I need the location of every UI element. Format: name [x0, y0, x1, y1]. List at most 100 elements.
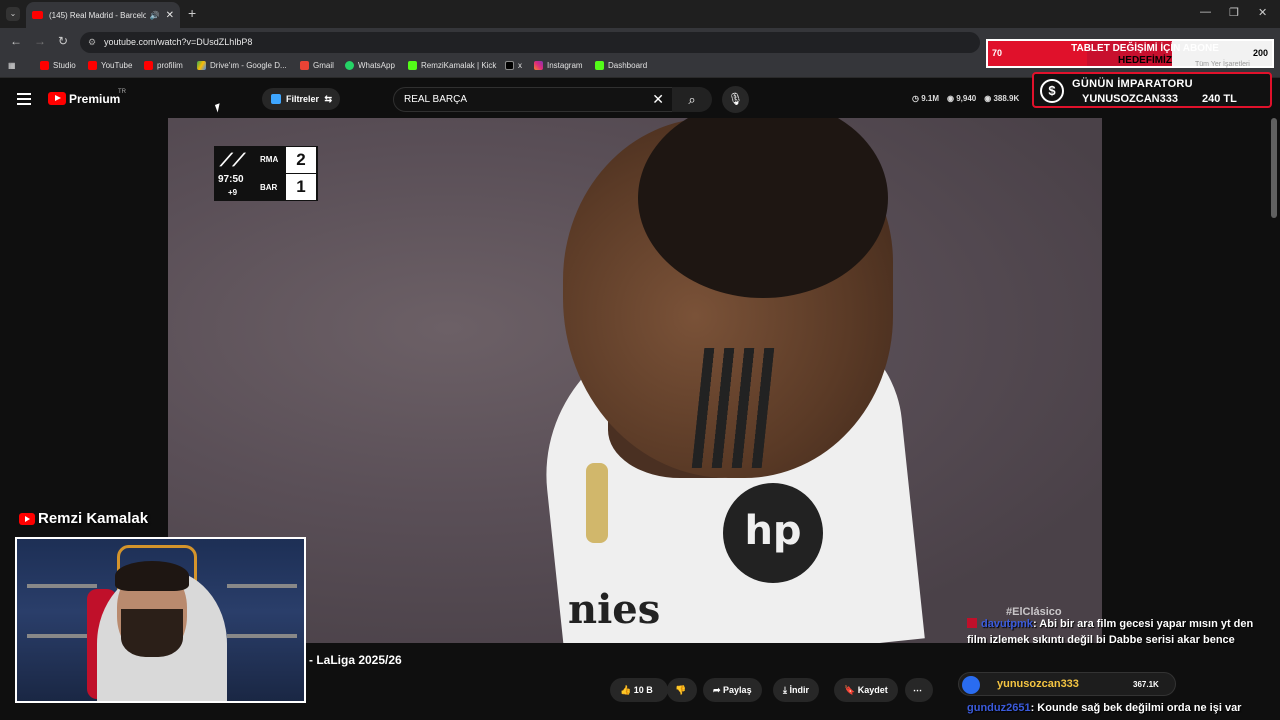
- dislike-button[interactable]: 👎: [667, 678, 697, 702]
- studio-icon: [40, 61, 49, 70]
- bookmark-label: Drive'ım - Google D...: [210, 61, 287, 70]
- scoreboard: ⟋⟋ 97:50 +9 RMA BAR 2 1: [214, 146, 318, 201]
- save-button[interactable]: 🔖 Kaydet: [834, 678, 898, 702]
- hp-logo: hp: [723, 483, 823, 583]
- added-time: +9: [228, 188, 238, 197]
- menu-icon[interactable]: [17, 93, 31, 105]
- bookmark-profilim[interactable]: profilim: [144, 61, 183, 70]
- apps-icon[interactable]: ▦: [8, 61, 16, 70]
- like-button[interactable]: 👍 10 B: [610, 678, 668, 702]
- youtube-icon: [88, 61, 97, 70]
- browser-tab[interactable]: (145) Real Madrid - Barcelo 🔊 ✕: [26, 2, 180, 28]
- bookmark-label: WhatsApp: [358, 61, 395, 70]
- share-label: Paylaş: [723, 685, 752, 695]
- x-icon: [505, 61, 514, 70]
- shelf: [227, 634, 297, 638]
- dollar-coin-icon: $: [1040, 79, 1064, 103]
- site-info-icon[interactable]: ⚙: [88, 32, 96, 53]
- tab-search-button[interactable]: ⌄: [6, 7, 20, 21]
- bookmark-label: Gmail: [313, 61, 334, 70]
- sliders-icon: ⇆: [324, 94, 333, 104]
- stat-value: 9,940: [956, 94, 977, 103]
- save-label: Kaydet: [857, 685, 888, 695]
- whatsapp-icon: [345, 61, 354, 70]
- new-tab-button[interactable]: +: [188, 5, 196, 21]
- away-score: 1: [286, 174, 316, 200]
- shelf: [227, 584, 297, 588]
- address-bar[interactable]: ⚙ youtube.com/watch?v=DUsdZLhlbP8: [80, 32, 980, 53]
- search-input[interactable]: REAL BARÇA ✕: [393, 87, 673, 112]
- youtube-icon: [19, 512, 35, 525]
- bookmark-whatsapp[interactable]: WhatsApp: [345, 61, 395, 70]
- bookmark-label: RemziKamalak | Kick: [421, 61, 497, 70]
- download-button[interactable]: ⤓ İndir: [773, 678, 819, 702]
- more-actions-button[interactable]: ⋯: [905, 678, 933, 702]
- emperor-user: YUNUSOZCAN333: [1082, 93, 1178, 105]
- stat-value: 9.1M: [921, 94, 939, 103]
- adidas-stripes: [691, 348, 775, 468]
- pill-username: yunusozcan333: [997, 678, 1079, 690]
- match-clock: 97:50: [218, 174, 244, 185]
- home-score: 2: [286, 147, 316, 173]
- away-team: BAR: [260, 183, 278, 192]
- streamer-name: Remzi Kamalak: [19, 510, 148, 527]
- all-bookmarks-label[interactable]: Tüm Yer İşaretleri: [1195, 61, 1250, 68]
- country-code: TR: [118, 89, 126, 95]
- pill-count: 367.1K: [1133, 680, 1159, 689]
- goal-target: 200: [1252, 48, 1268, 58]
- close-tab-icon[interactable]: ✕: [166, 10, 174, 21]
- like-count: 10 B: [633, 685, 653, 695]
- tab-title: (145) Real Madrid - Barcelo: [49, 10, 146, 20]
- page-scrollbar[interactable]: [1271, 118, 1277, 218]
- download-label: İndir: [789, 685, 809, 695]
- share-button[interactable]: ➦ Paylaş: [703, 678, 762, 702]
- drive-icon: [197, 61, 206, 70]
- instagram-icon: [534, 61, 543, 70]
- back-button[interactable]: ←: [10, 34, 22, 48]
- premium-label[interactable]: Premium: [69, 92, 120, 106]
- filter-extension-icon: [271, 94, 281, 104]
- home-team: RMA: [260, 155, 279, 164]
- youtube-favicon-icon: [32, 11, 43, 19]
- stat-value: 388.9K: [993, 94, 1020, 103]
- stat-item: ◉ 9,940: [947, 94, 977, 103]
- bookmark-drive[interactable]: Drive'ım - Google D...: [197, 61, 287, 70]
- speaker-icon[interactable]: 🔊: [150, 11, 160, 20]
- maximize-button[interactable]: ❐: [1229, 6, 1239, 19]
- search-query: REAL BARÇA: [404, 94, 467, 105]
- stat-item: ◷ 9.1M: [912, 94, 939, 103]
- video-title: - LaLiga 2025/26: [309, 653, 402, 667]
- chat-username: gunduz2651: [967, 702, 1031, 714]
- stream-stats: ◷ 9.1M ◉ 9,940 ◉ 388.9K: [912, 94, 1019, 103]
- chat-text: : Kounde sağ bek değilmi orda ne işi var: [1030, 702, 1242, 714]
- youtube-icon: [144, 61, 153, 70]
- reload-button[interactable]: ↻: [58, 34, 68, 48]
- emperor-amount: 240 TL: [1202, 93, 1237, 105]
- bookmark-youtube[interactable]: YouTube: [88, 61, 132, 70]
- stat-item: ◉ 388.9K: [984, 94, 1020, 103]
- minimize-button[interactable]: —: [1200, 6, 1211, 18]
- bookmark-instagram[interactable]: Instagram: [534, 61, 583, 70]
- shirt-sponsor-text: nies: [568, 586, 661, 633]
- chat-highlight-pill[interactable]: yunusozcan333 367.1K: [958, 672, 1176, 696]
- kick-icon: [408, 61, 417, 70]
- forward-button[interactable]: →: [34, 34, 46, 48]
- shelf: [27, 584, 97, 588]
- microphone-icon[interactable]: 🎙: [722, 86, 749, 113]
- goal-text-line1: TABLET DEĞİŞİMİ İÇİN ABONE: [1071, 43, 1219, 54]
- chat-badge-icon: [967, 618, 977, 628]
- bookmark-studio[interactable]: Studio: [40, 61, 76, 70]
- search-button[interactable]: ⌕: [672, 87, 712, 112]
- streamer-hair: [115, 561, 189, 591]
- bookmark-x[interactable]: x: [505, 61, 522, 70]
- youtube-logo-icon[interactable]: [48, 92, 66, 105]
- bookmark-kick[interactable]: RemziKamalak | Kick: [408, 61, 496, 70]
- bookmark-label: x: [518, 61, 522, 70]
- club-crest: [586, 463, 608, 543]
- close-window-button[interactable]: ✕: [1258, 6, 1267, 19]
- bookmark-dashboard[interactable]: Dashboard: [595, 61, 647, 70]
- emperor-title: GÜNÜN İMPARATORU: [1072, 78, 1193, 90]
- bookmark-gmail[interactable]: Gmail: [300, 61, 334, 70]
- clear-search-icon[interactable]: ✕: [652, 88, 664, 111]
- filters-button[interactable]: Filtreler ⇆: [262, 88, 340, 110]
